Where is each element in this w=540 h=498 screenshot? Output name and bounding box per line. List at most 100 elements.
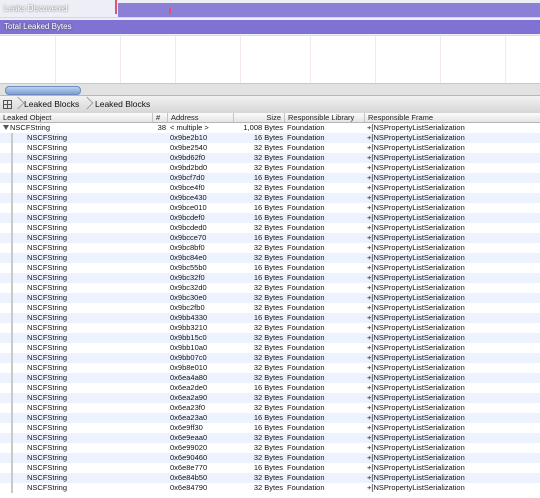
table-row[interactable]: NSCFString 0x6ea2a90 32 Bytes Foundation +[N… — [0, 393, 540, 403]
cell-responsible-frame: +[NSPropertyListSerialization — [367, 483, 465, 492]
row-indent-guide — [11, 323, 13, 333]
table-row[interactable]: NSCFString 0x9bb15c0 32 Bytes Foundation +[N… — [0, 333, 540, 343]
cell-size: 32 Bytes — [253, 143, 283, 152]
table-row[interactable]: NSCFString 0x9be2b10 16 Bytes Foundation +[N… — [0, 133, 540, 143]
cell-responsible-frame: +[NSPropertyListSerialization — [367, 233, 465, 242]
table-row[interactable]: NSCFString 0x9bc32f0 16 Bytes Foundation +[N… — [0, 273, 540, 283]
table-row[interactable]: NSCFString 0x9bcf7d0 16 Bytes Foundation +[N… — [0, 173, 540, 183]
cell-leaked-object: NSCFString — [27, 353, 68, 362]
table-row[interactable]: NSCFString 0x6e99020 32 Bytes Foundation +[N… — [0, 443, 540, 453]
cell-size: 32 Bytes — [253, 393, 283, 402]
leaks-discovered-track[interactable]: Leaks Discovered — [0, 0, 540, 17]
cell-responsible-frame: +[NSPropertyListSerialization — [367, 223, 465, 232]
cell-address: 0x9bc2fb0 — [170, 303, 205, 312]
cell-size: 32 Bytes — [253, 483, 283, 492]
table-row[interactable]: NSCFString 0x9bc32d0 32 Bytes Foundation +[N… — [0, 283, 540, 293]
table-row[interactable]: NSCFString 0x9bd2bd0 32 Bytes Foundation +[N… — [0, 163, 540, 173]
cell-responsible-library: Foundation — [287, 133, 325, 142]
table-row[interactable]: NSCFString 0x9bcded0 32 Bytes Foundation +[N… — [0, 223, 540, 233]
row-indent-guide — [11, 343, 13, 353]
table-row[interactable]: NSCFString 0x6ea2de0 16 Bytes Foundation +[N… — [0, 383, 540, 393]
cell-address: 0x6e84790 — [170, 483, 208, 492]
row-indent-guide — [11, 163, 13, 173]
table-row[interactable]: NSCFString 0x9bc30e0 32 Bytes Foundation +[N… — [0, 293, 540, 303]
cell-responsible-frame: +[NSPropertyListSerialization — [367, 283, 465, 292]
column-header-leaked-object[interactable]: Leaked Object — [0, 113, 153, 122]
cell-responsible-frame: +[NSPropertyListSerialization — [367, 243, 465, 252]
breadcrumb-separator — [82, 96, 91, 113]
table-row[interactable]: NSCFString 0x9be2540 32 Bytes Foundation +[N… — [0, 143, 540, 153]
table-row[interactable]: NSCFString 0x9bc2fb0 32 Bytes Foundation +[N… — [0, 303, 540, 313]
cell-size: 16 Bytes — [253, 173, 283, 182]
column-header-size[interactable]: Size — [234, 113, 285, 122]
table-row[interactable]: NSCFString 0x6e8e770 16 Bytes Foundation +[N… — [0, 463, 540, 473]
cell-leaked-object: NSCFString — [27, 153, 68, 162]
table-row[interactable]: NSCFString 0x9bce4f0 32 Bytes Foundation +[N… — [0, 183, 540, 193]
cell-address: 0x9bcdef0 — [170, 213, 205, 222]
cell-leaked-object: NSCFString — [27, 233, 68, 242]
table-row[interactable]: NSCFString 0x9bd62f0 32 Bytes Foundation +[N… — [0, 153, 540, 163]
timeline-scroll-thumb[interactable] — [5, 86, 81, 95]
cell-responsible-library: Foundation — [287, 183, 325, 192]
cell-size: 32 Bytes — [253, 303, 283, 312]
total-leaked-bytes-track[interactable]: Total Leaked Bytes — [0, 17, 540, 35]
table-row[interactable]: NSCFString 0x6ea23f0 32 Bytes Foundation +[N… — [0, 403, 540, 413]
cell-leaked-object: NSCFString — [27, 283, 68, 292]
table-row[interactable]: NSCFString 0x6e90460 32 Bytes Foundation +[N… — [0, 453, 540, 463]
cell-responsible-library: Foundation — [287, 333, 325, 342]
row-indent-guide — [11, 153, 13, 163]
table-row[interactable]: NSCFString 0x6ea4a80 32 Bytes Foundation +[N… — [0, 373, 540, 383]
table-row[interactable]: NSCFString 0x6ea23a0 16 Bytes Foundation +[N… — [0, 413, 540, 423]
cell-responsible-library: Foundation — [287, 243, 325, 252]
table-row[interactable]: NSCFString 0x6e9ff30 16 Bytes Foundation +[N… — [0, 423, 540, 433]
timeline-scrollbar[interactable] — [0, 83, 540, 95]
table-row[interactable]: NSCFString 0x9bb4330 16 Bytes Foundation +[N… — [0, 313, 540, 323]
leaked-blocks-table[interactable]: Leaked Object # Address Size Responsible… — [0, 113, 540, 498]
table-row[interactable]: NSCFString 0x9bce010 16 Bytes Foundation +[N… — [0, 203, 540, 213]
instrument-track-area[interactable]: Leaks Discovered Total Leaked Bytes — [0, 0, 540, 95]
table-row[interactable]: NSCFString 0x6e9eaa0 32 Bytes Foundation +[N… — [0, 433, 540, 443]
column-header-count[interactable]: # — [153, 113, 168, 122]
cell-size: 32 Bytes — [253, 343, 283, 352]
breadcrumb-leaked-blocks[interactable]: Leaked Blocks — [24, 99, 79, 109]
cell-responsible-frame: +[NSPropertyListSerialization — [367, 423, 465, 432]
column-header-responsible-library[interactable]: Responsible Library — [285, 113, 365, 122]
grid-view-icon[interactable] — [3, 100, 12, 109]
table-group-row[interactable]: NSCFString 38 < multiple > 1,008 Bytes F… — [0, 123, 540, 133]
table-row[interactable]: NSCFString 0x9bc55b0 16 Bytes Foundation +[N… — [0, 263, 540, 273]
cell-address: 0x6e90460 — [170, 453, 208, 462]
cell-address: 0x6ea2de0 — [170, 383, 208, 392]
cell-leaked-object: NSCFString — [27, 333, 68, 342]
breadcrumb-leaked-blocks-current[interactable]: Leaked Blocks — [95, 99, 150, 109]
table-row[interactable]: NSCFString 0x9bc8bf0 32 Bytes Foundation +[N… — [0, 243, 540, 253]
disclosure-triangle-icon[interactable] — [3, 125, 9, 130]
cell-responsible-library: Foundation — [287, 193, 325, 202]
leaks-discovered-bar — [118, 3, 540, 17]
cell-address: 0x9bc32d0 — [170, 283, 207, 292]
table-row[interactable]: NSCFString 0x6e84790 32 Bytes Foundation +[N… — [0, 483, 540, 493]
table-row[interactable]: NSCFString 0x9bb07c0 32 Bytes Foundation +[N… — [0, 353, 540, 363]
table-row[interactable]: NSCFString 0x9bc84e0 32 Bytes Foundation +[N… — [0, 253, 540, 263]
navigation-bar: Leaked Blocks Leaked Blocks — [0, 95, 540, 114]
table-row[interactable]: NSCFString 0x9b8e010 32 Bytes Foundation +[N… — [0, 363, 540, 373]
cell-responsible-frame: +[NSPropertyListSerialization — [367, 353, 465, 362]
cell-leaked-object: NSCFString — [27, 173, 68, 182]
table-row[interactable]: NSCFString 0x9bb10a0 32 Bytes Foundation +[N… — [0, 343, 540, 353]
column-header-responsible-frame[interactable]: Responsible Frame — [365, 113, 540, 122]
table-row[interactable]: NSCFString 0x9bcce70 16 Bytes Foundation +[N… — [0, 233, 540, 243]
cell-responsible-frame: +[NSPropertyListSerialization — [367, 343, 465, 352]
timeline-graph[interactable] — [0, 35, 540, 84]
cell-size: 16 Bytes — [253, 413, 283, 422]
cell-address: 0x6e9ff30 — [170, 423, 203, 432]
cell-responsible-library: Foundation — [287, 453, 325, 462]
row-indent-guide — [11, 413, 13, 423]
table-row[interactable]: NSCFString 0x9bce430 32 Bytes Foundation +[N… — [0, 193, 540, 203]
cell-responsible-frame: +[NSPropertyListSerialization — [367, 363, 465, 372]
table-row[interactable]: NSCFString 0x9bcdef0 16 Bytes Foundation +[N… — [0, 213, 540, 223]
column-header-address[interactable]: Address — [168, 113, 234, 122]
row-indent-guide — [11, 143, 13, 153]
timeline-gridline — [120, 36, 121, 84]
table-row[interactable]: NSCFString 0x9bb3210 32 Bytes Foundation +[N… — [0, 323, 540, 333]
row-indent-guide — [11, 193, 13, 203]
table-row[interactable]: NSCFString 0x6e84b50 32 Bytes Foundation +[N… — [0, 473, 540, 483]
